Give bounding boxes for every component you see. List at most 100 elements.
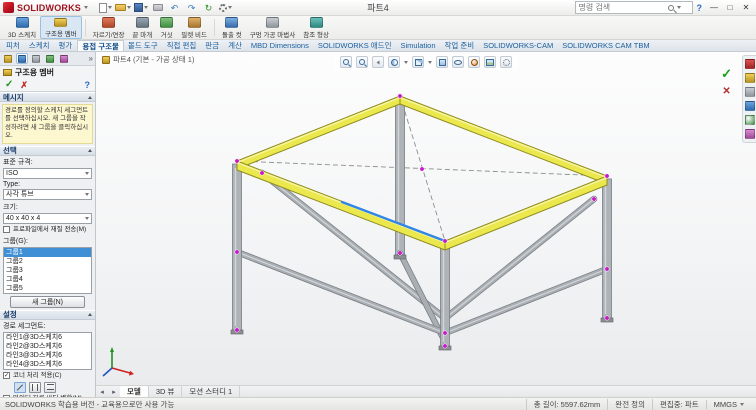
ribbon-button-end-cap[interactable]: 끝 마개 bbox=[129, 16, 157, 39]
search-input[interactable] bbox=[579, 3, 665, 12]
ribbon-button-hole-wizard[interactable]: 구멍 가공 마법사 bbox=[246, 16, 299, 39]
end-miter-button[interactable] bbox=[14, 382, 26, 393]
confirm-cancel-button[interactable]: ✕ bbox=[722, 87, 730, 97]
trim-extend-icon bbox=[102, 17, 115, 28]
selected-sketch-segment[interactable] bbox=[342, 202, 445, 241]
hide-show-items-icon[interactable] bbox=[452, 56, 464, 68]
search-icon[interactable] bbox=[668, 5, 674, 11]
tab-simulation[interactable]: Simulation bbox=[396, 40, 440, 51]
transfer-material-checkbox[interactable]: 프로파일에서 재질 전송(M) bbox=[0, 225, 95, 235]
search-scope-dropdown-icon[interactable] bbox=[677, 6, 681, 9]
previous-view-icon[interactable] bbox=[372, 56, 384, 68]
panel-collapse-icon[interactable]: » bbox=[89, 54, 93, 63]
view-orientation-icon[interactable] bbox=[412, 56, 424, 68]
pm-cancel-button[interactable]: ✗ bbox=[20, 80, 28, 90]
ribbon-button-extruded-cut[interactable]: 돌출 컷 bbox=[218, 16, 246, 39]
end-butt2-button[interactable] bbox=[44, 382, 56, 393]
standard-select[interactable]: ISO bbox=[3, 168, 92, 179]
new-document-button[interactable] bbox=[98, 1, 113, 15]
minimize-button[interactable]: — bbox=[706, 1, 722, 14]
ribbon-button-structural-member[interactable]: 구조용 멤버 bbox=[40, 16, 82, 39]
tab-sketch[interactable]: 스케치 bbox=[25, 40, 55, 51]
tab-addins[interactable]: SOLIDWORKS 애드인 bbox=[314, 40, 397, 51]
display-style-icon[interactable] bbox=[436, 56, 448, 68]
ribbon-button-trim-extend[interactable]: 자르기/연장 bbox=[89, 16, 129, 39]
tab-evaluate[interactable]: 평가 bbox=[55, 40, 78, 51]
tab-job-preparation[interactable]: 작업 준비 bbox=[441, 40, 480, 51]
tab-direct-editing[interactable]: 직접 편집 bbox=[163, 40, 202, 51]
tab-sheet-metal[interactable]: 판금 bbox=[201, 40, 224, 51]
tab-measure[interactable]: 계산 bbox=[224, 40, 247, 51]
save-button[interactable] bbox=[133, 1, 148, 15]
display-manager-tab[interactable] bbox=[58, 53, 70, 64]
apply-corner-treatment-checkbox[interactable]: ✓ 코너 처리 적용(C) bbox=[0, 371, 95, 381]
model-tab[interactable]: 모델 bbox=[120, 386, 149, 397]
3d-views-tab[interactable]: 3D 뷰 bbox=[149, 386, 183, 397]
custom-properties-icon[interactable] bbox=[745, 129, 755, 139]
section-view-icon[interactable] bbox=[388, 56, 400, 68]
dimxpert-manager-tab[interactable] bbox=[44, 53, 56, 64]
configuration-manager-tab[interactable] bbox=[30, 53, 42, 64]
file-explorer-icon[interactable] bbox=[745, 87, 755, 97]
settings-section-header[interactable]: 설정 bbox=[0, 310, 95, 320]
type-select[interactable]: 사각 튜브 bbox=[3, 189, 92, 200]
print-button[interactable] bbox=[150, 1, 165, 15]
tab-solidworks-cam-tbm[interactable]: SOLIDWORKS CAM TBM bbox=[558, 40, 654, 51]
rebuild-button[interactable]: ↻ bbox=[201, 1, 216, 15]
edit-appearance-icon[interactable] bbox=[468, 56, 480, 68]
options-button[interactable] bbox=[218, 1, 233, 15]
path-segments-list: 라인1@3D스케치6 라인2@3D스케치6 라인3@3D스케치6 라인4@3D스… bbox=[3, 332, 92, 370]
command-search[interactable] bbox=[575, 1, 693, 14]
propertymanager-tab[interactable] bbox=[16, 53, 28, 64]
size-select[interactable]: 40 x 40 x 4 bbox=[3, 213, 92, 224]
pm-ok-button[interactable]: ✓ bbox=[5, 80, 13, 90]
solidworks-resources-icon[interactable] bbox=[745, 59, 755, 69]
new-group-button[interactable]: 새 그룹(N) bbox=[10, 296, 85, 308]
segment-item[interactable]: 라인4@3D스케치6 bbox=[4, 360, 91, 369]
ribbon-button-reference-geometry[interactable]: 참조 형상 bbox=[299, 16, 333, 39]
tab-mbd-dimensions[interactable]: MBD Dimensions bbox=[247, 40, 314, 51]
graphics-area[interactable] bbox=[96, 52, 756, 385]
motion-study-tab[interactable]: 모션 스터디 1 bbox=[182, 386, 240, 397]
zoom-fit-icon[interactable] bbox=[340, 56, 352, 68]
pm-help-button[interactable]: ? bbox=[85, 80, 91, 90]
design-library-icon[interactable] bbox=[745, 73, 755, 83]
ribbon-button-gusset[interactable]: 거싯 bbox=[156, 16, 177, 39]
chevron-down-icon[interactable] bbox=[428, 61, 432, 64]
featuremanager-tree-tab[interactable] bbox=[2, 53, 14, 64]
appearances-scenes-icon[interactable] bbox=[745, 115, 755, 125]
solidworks-logo[interactable]: SOLIDWORKS bbox=[3, 2, 88, 13]
ribbon-button-3d-sketch[interactable]: 3D 스케치 bbox=[4, 16, 40, 39]
message-section-header[interactable]: 메시지 bbox=[0, 92, 95, 102]
chevron-down-icon bbox=[85, 172, 89, 175]
help-button[interactable]: ? bbox=[697, 3, 703, 13]
selection-section-header[interactable]: 선택 bbox=[0, 146, 95, 156]
tab-features[interactable]: 피처 bbox=[2, 40, 25, 51]
graphics-viewport[interactable]: 파트4 (기본 - 가공 상태 1) ✓ ✕ bbox=[96, 52, 756, 385]
tab-solidworks-cam[interactable]: SOLIDWORKS-CAM bbox=[479, 40, 558, 51]
close-button[interactable]: ✕ bbox=[738, 1, 754, 14]
view-settings-icon[interactable] bbox=[500, 56, 512, 68]
menu-expand-icon[interactable] bbox=[84, 6, 88, 9]
group-item[interactable]: 그룹5 bbox=[4, 284, 91, 293]
zoom-area-icon[interactable] bbox=[356, 56, 368, 68]
apply-scene-icon[interactable] bbox=[484, 56, 496, 68]
tab-weldments[interactable]: 용접 구조물 bbox=[77, 40, 124, 51]
editing-status: 편집중: 파트 bbox=[652, 399, 706, 410]
chevron-down-icon[interactable] bbox=[404, 61, 408, 64]
end-butt1-button[interactable] bbox=[29, 382, 41, 393]
open-button[interactable] bbox=[115, 1, 131, 15]
part-icon bbox=[102, 56, 110, 64]
vertex-points[interactable] bbox=[235, 94, 609, 348]
model-top-frame-highlighted[interactable] bbox=[237, 96, 607, 250]
maximize-button[interactable]: □ bbox=[722, 1, 738, 14]
confirm-ok-button[interactable]: ✓ bbox=[721, 68, 732, 80]
tab-mold-tools[interactable]: 몰드 도구 bbox=[124, 40, 163, 51]
view-palette-icon[interactable] bbox=[745, 101, 755, 111]
unit-system-selector[interactable]: MMGS bbox=[706, 400, 751, 409]
tab-scroll-right-icon[interactable]: ▸ bbox=[108, 386, 120, 397]
tab-scroll-left-icon[interactable]: ◂ bbox=[96, 386, 108, 397]
redo-button[interactable]: ↷ bbox=[184, 1, 199, 15]
undo-button[interactable]: ↶ bbox=[167, 1, 182, 15]
ribbon-button-fillet-bead[interactable]: 필렛 비드 bbox=[177, 16, 211, 39]
